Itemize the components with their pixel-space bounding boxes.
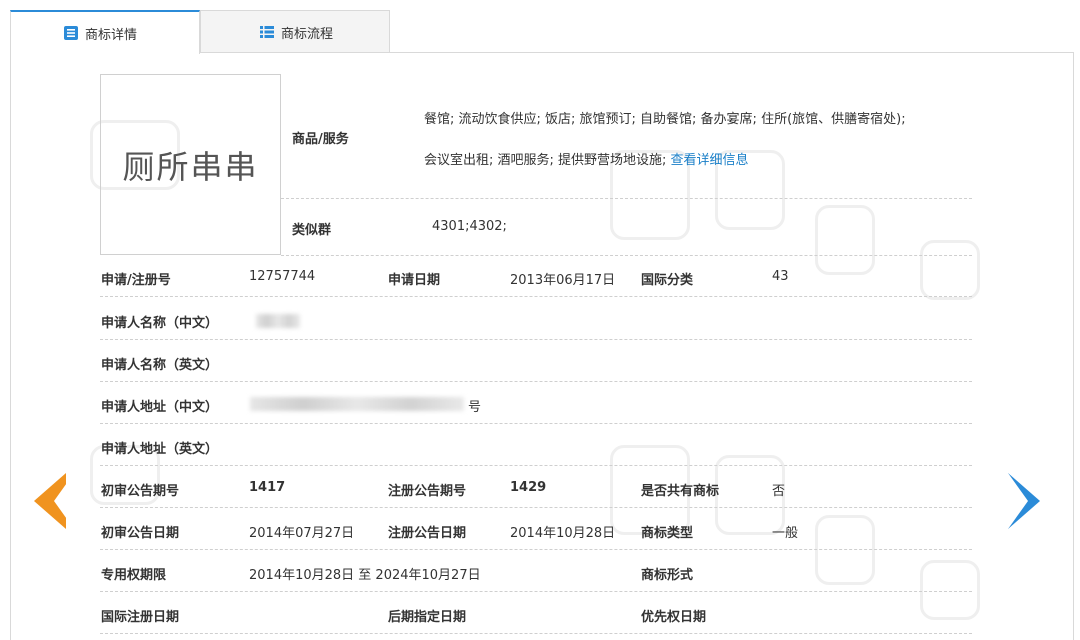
exclusive-label: 专用权期限 bbox=[101, 568, 167, 583]
priority-date-label: 优先权日期 bbox=[641, 610, 707, 625]
tab-trademark-process[interactable]: 商标流程 bbox=[200, 10, 390, 54]
divider bbox=[100, 549, 972, 550]
reg-date-value: 2014年10月28日 bbox=[510, 526, 616, 541]
apply-date-value: 2013年06月17日 bbox=[510, 273, 616, 288]
reg-issue-value: 1429 bbox=[510, 480, 547, 495]
divider bbox=[100, 339, 972, 340]
prelim-issue-label: 初审公告期号 bbox=[101, 484, 180, 499]
apply-date-label: 申请日期 bbox=[388, 273, 441, 288]
watermark bbox=[815, 515, 875, 585]
divider bbox=[100, 381, 972, 382]
address-cn-suffix: 号 bbox=[468, 400, 482, 415]
divider bbox=[281, 198, 972, 199]
divider bbox=[100, 296, 972, 297]
goods-services-line2-text: 会议室出租; 酒吧服务; 提供野营场地设施; bbox=[424, 153, 667, 168]
reg-no-value: 12757744 bbox=[249, 269, 316, 284]
redacted-applicant-name bbox=[256, 314, 300, 328]
previous-arrow-notch bbox=[54, 473, 74, 529]
later-designation-label: 后期指定日期 bbox=[388, 610, 467, 625]
tab-trademark-details[interactable]: 商标详情 bbox=[10, 10, 200, 54]
tm-form-label: 商标形式 bbox=[641, 568, 694, 583]
watermark bbox=[920, 560, 980, 620]
tm-type-value: 一般 bbox=[772, 526, 799, 541]
tab-bar: 商标详情 商标流程 bbox=[10, 10, 1074, 54]
trademark-image-text: 厕所串串 bbox=[122, 147, 259, 186]
divider bbox=[100, 465, 972, 466]
list-icon bbox=[63, 25, 79, 41]
prelim-issue-value: 1417 bbox=[249, 480, 286, 495]
similar-group-label: 类似群 bbox=[292, 223, 332, 238]
reg-issue-label: 注册公告期号 bbox=[388, 484, 467, 499]
exclusive-value: 2014年10月28日 至 2024年10月27日 bbox=[249, 568, 481, 583]
tab-label: 商标流程 bbox=[281, 26, 334, 42]
address-cn-label: 申请人地址（中文） bbox=[101, 400, 219, 415]
intl-reg-date-label: 国际注册日期 bbox=[101, 610, 180, 625]
prelim-date-label: 初审公告日期 bbox=[101, 526, 180, 541]
applicant-en-label: 申请人名称（英文） bbox=[101, 358, 219, 373]
applicant-cn-label: 申请人名称（中文） bbox=[101, 316, 219, 331]
goods-services-line1: 餐馆; 流动饮食供应; 饭店; 旅馆预订; 自助餐馆; 备办宴席; 住所(旅馆、… bbox=[424, 112, 906, 127]
goods-services-label: 商品/服务 bbox=[292, 132, 349, 147]
tm-type-label: 商标类型 bbox=[641, 526, 694, 541]
next-arrow-notch bbox=[1008, 473, 1028, 529]
shared-value: 否 bbox=[772, 484, 786, 499]
goods-services-line2: 会议室出租; 酒吧服务; 提供野营场地设施; 查看详细信息 bbox=[424, 149, 749, 168]
address-en-label: 申请人地址（英文） bbox=[101, 442, 219, 457]
divider bbox=[100, 423, 972, 424]
view-details-link[interactable]: 查看详细信息 bbox=[671, 153, 749, 168]
divider bbox=[100, 591, 972, 592]
trademark-image: 厕所串串 bbox=[100, 74, 281, 255]
redacted-address bbox=[250, 397, 464, 411]
intl-class-value: 43 bbox=[772, 269, 789, 284]
tab-label: 商标详情 bbox=[85, 27, 138, 43]
reg-date-label: 注册公告日期 bbox=[388, 526, 467, 541]
grid-list-icon bbox=[259, 24, 275, 40]
divider bbox=[100, 507, 972, 508]
watermark bbox=[815, 205, 875, 275]
watermark bbox=[920, 240, 980, 300]
intl-class-label: 国际分类 bbox=[641, 273, 694, 288]
similar-group-value: 4301;4302; bbox=[432, 219, 507, 234]
divider bbox=[100, 633, 972, 634]
shared-label: 是否共有商标 bbox=[641, 484, 720, 499]
divider bbox=[281, 255, 972, 256]
prelim-date-value: 2014年07月27日 bbox=[249, 526, 355, 541]
reg-no-label: 申请/注册号 bbox=[101, 273, 171, 288]
